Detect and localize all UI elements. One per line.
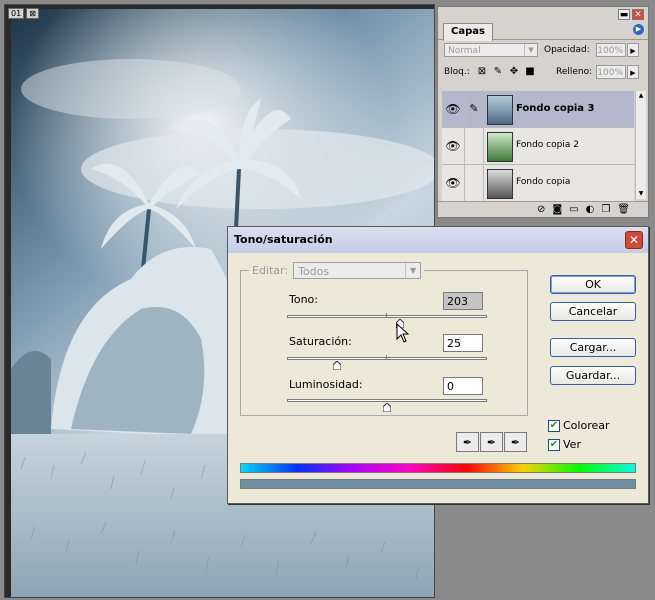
layer-row[interactable]: 👁 Fondo copia: [442, 165, 634, 202]
blend-mode-select[interactable]: Normal ▼: [444, 43, 538, 57]
saturation-label: Saturación:: [289, 335, 352, 348]
lock-transparency-icon[interactable]: ⊠: [476, 66, 488, 78]
layer-name: Fondo copia 2: [516, 140, 579, 150]
layer-list: 👁 ✎ Fondo copia 3 👁 Fondo copia 2 👁 Fond…: [442, 91, 634, 202]
hue-input[interactable]: 203: [443, 292, 483, 310]
saturation-slider-thumb[interactable]: [333, 361, 341, 370]
minimize-icon[interactable]: ▬: [618, 9, 630, 20]
saturation-slider-center-mark: [386, 355, 387, 360]
brush-icon[interactable]: ✎: [465, 91, 484, 127]
fill-arrow-icon[interactable]: ▶: [627, 65, 639, 79]
cancel-button[interactable]: Cancelar: [550, 302, 636, 321]
lock-label: Bloq.:: [444, 67, 470, 77]
lock-all-icon[interactable]: ■: [524, 66, 536, 78]
hue-label: Tono:: [289, 293, 318, 306]
preview-checkbox[interactable]: ✔: [548, 438, 560, 451]
scroll-up-icon[interactable]: ▲: [636, 91, 646, 101]
close-icon[interactable]: ✕: [632, 9, 644, 20]
eye-icon[interactable]: 👁: [442, 128, 465, 164]
layer-mask-icon[interactable]: ◙: [552, 204, 562, 216]
layer-name: Fondo copia: [516, 177, 571, 187]
hue-slider-track[interactable]: [287, 315, 487, 318]
layers-scrollbar[interactable]: ▲ ▼: [635, 91, 646, 199]
edit-label: Editar:: [252, 264, 289, 277]
layer-row[interactable]: 👁 Fondo copia 2: [442, 128, 634, 165]
layer-thumbnail: [487, 95, 513, 125]
link-cell[interactable]: [465, 165, 484, 201]
document-tabs: 01 ⊠: [8, 8, 39, 19]
colorize-label: Colorear: [563, 419, 610, 432]
fill-label: Relleno:: [556, 67, 593, 77]
saturation-input[interactable]: 25: [443, 334, 483, 352]
save-button[interactable]: Guardar...: [550, 366, 636, 385]
preview-label: Ver: [563, 438, 581, 451]
new-group-icon[interactable]: ▭: [569, 204, 578, 216]
load-button[interactable]: Cargar...: [550, 338, 636, 357]
result-color-bar: [240, 479, 636, 489]
lightness-label: Luminosidad:: [289, 378, 363, 391]
layers-panel[interactable]: ▬ ✕ Capas ▶ Normal ▼ Opacidad: 100% ▶ Bl…: [437, 6, 649, 218]
lightness-slider-thumb[interactable]: [383, 403, 391, 412]
link-cell[interactable]: [465, 128, 484, 164]
tab-layers[interactable]: Capas: [443, 23, 493, 41]
chevron-down-icon: ▼: [524, 44, 537, 56]
trash-icon[interactable]: 🗑: [617, 204, 630, 216]
document-tab-close[interactable]: ⊠: [26, 8, 39, 19]
edit-select-value: Todos: [298, 265, 330, 278]
eyedropper-plus-icon[interactable]: ✒: [480, 432, 503, 452]
edit-select[interactable]: Todos ▼: [293, 262, 422, 279]
lightness-input[interactable]: 0: [443, 377, 483, 395]
layer-row[interactable]: 👁 ✎ Fondo copia 3: [442, 91, 634, 128]
mouse-cursor-icon: [396, 323, 410, 343]
eyedropper-icon[interactable]: ✒: [456, 432, 479, 452]
colorize-row[interactable]: ✔ Colorear: [548, 419, 610, 432]
layers-panel-titlebar[interactable]: ▬ ✕: [438, 7, 648, 21]
opacity-label: Opacidad:: [544, 45, 590, 55]
opacity-arrow-icon[interactable]: ▶: [627, 43, 639, 57]
adjustment-layer-icon[interactable]: ◐: [586, 204, 595, 216]
preview-row[interactable]: ✔ Ver: [548, 438, 581, 451]
close-icon[interactable]: ✕: [625, 231, 643, 249]
panel-menu-arrow-icon[interactable]: ▶: [633, 24, 644, 35]
new-layer-icon[interactable]: ❐: [601, 204, 610, 216]
layer-name: Fondo copia 3: [516, 103, 595, 114]
eye-icon[interactable]: 👁: [442, 91, 465, 127]
layers-panel-tabrow: Capas ▶: [438, 21, 648, 41]
lock-icons: ⊠ ✎ ✥ ■: [476, 66, 536, 78]
hue-spectrum-bar: [240, 463, 636, 473]
link-layers-icon[interactable]: ⊘: [537, 204, 545, 216]
lock-fill-row: Bloq.: ⊠ ✎ ✥ ■ Relleno: 100% ▶: [438, 62, 648, 84]
eyedropper-minus-icon[interactable]: ✒: [504, 432, 527, 452]
hue-saturation-dialog[interactable]: Tono/saturación ✕ Editar: Todos ▼ Tono: …: [227, 226, 649, 504]
hue-slider-center-mark: [386, 313, 387, 318]
scroll-down-icon[interactable]: ▼: [636, 189, 646, 199]
eye-icon[interactable]: 👁: [442, 165, 465, 201]
blend-mode-value: Normal: [448, 46, 481, 56]
fill-field[interactable]: 100%: [596, 65, 626, 79]
adjust-fieldset: Editar: Todos ▼ Tono: 203 Saturación: 25…: [240, 262, 528, 416]
document-tab-number[interactable]: 01: [8, 8, 25, 19]
dialog-title: Tono/saturación: [234, 233, 333, 246]
layers-panel-footer: ⊘ ◙ ▭ ◐ ❐ 🗑: [438, 201, 648, 217]
layer-thumbnail: [487, 132, 513, 162]
colorize-checkbox[interactable]: ✔: [548, 419, 560, 432]
edit-row: Editar: Todos ▼: [249, 262, 425, 279]
dialog-titlebar[interactable]: Tono/saturación ✕: [228, 227, 648, 253]
ok-button[interactable]: OK: [550, 275, 636, 294]
eyedropper-group: ✒ ✒ ✒: [456, 432, 527, 452]
layer-thumbnail: [487, 169, 513, 199]
saturation-slider-track[interactable]: [287, 357, 487, 360]
blend-opacity-row: Normal ▼ Opacidad: 100% ▶: [438, 40, 648, 62]
chevron-down-icon: ▼: [405, 263, 420, 278]
lock-brush-icon[interactable]: ✎: [492, 66, 504, 78]
opacity-field[interactable]: 100%: [596, 43, 626, 57]
lock-move-icon[interactable]: ✥: [508, 66, 520, 78]
lightness-slider-track[interactable]: [287, 399, 487, 402]
